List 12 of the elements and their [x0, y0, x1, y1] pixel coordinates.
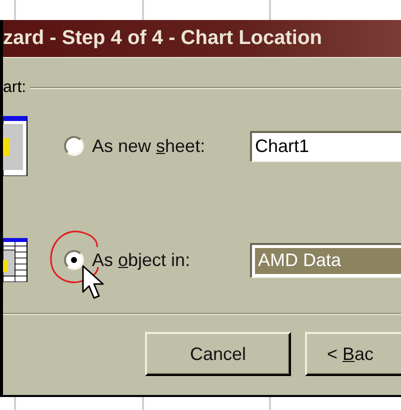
back-button[interactable]: < Bac	[305, 332, 401, 376]
radio-button[interactable]	[64, 136, 84, 156]
option-label: As object in:	[92, 250, 192, 270]
window-title: zard - Step 4 of 4 - Chart Location	[3, 20, 401, 58]
embedded-chart-icon	[3, 238, 28, 282]
sheet-dropdown[interactable]: AMD Data	[250, 242, 401, 278]
option-label: As new sheet:	[92, 136, 206, 156]
radio-button[interactable]	[64, 250, 84, 270]
sheet-name-field[interactable]: Chart1	[250, 130, 401, 162]
cancel-button[interactable]: Cancel	[145, 332, 291, 376]
group-label: art:	[3, 79, 26, 97]
chart-sheet-icon	[3, 116, 28, 176]
